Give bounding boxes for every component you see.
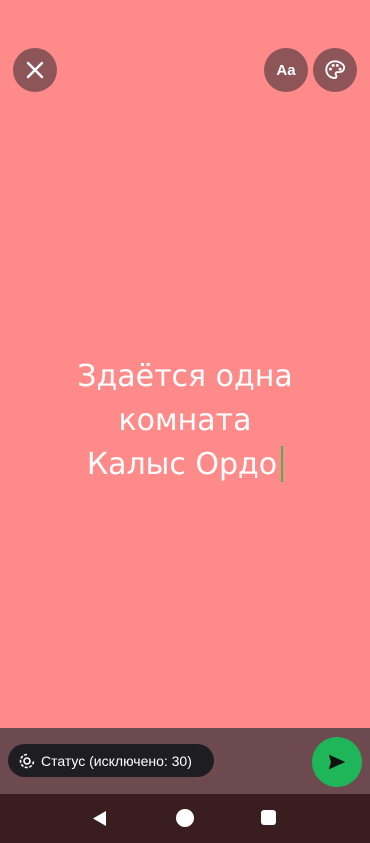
home-circle-icon[interactable] — [176, 809, 194, 827]
send-icon — [328, 754, 346, 770]
back-triangle-icon[interactable] — [91, 810, 107, 827]
close-button[interactable] — [13, 48, 57, 92]
background-color-button[interactable] — [313, 48, 357, 92]
status-text-editor[interactable]: Здаётся одна комната Калыс Ордо — [0, 355, 370, 487]
text-caret — [281, 446, 284, 482]
status-text-line-2: комната — [118, 403, 252, 438]
status-audience-chip[interactable]: Статус (исключено: 30) — [8, 744, 214, 777]
send-button[interactable] — [312, 737, 362, 787]
font-style-button[interactable]: Aa — [264, 48, 308, 92]
status-ring-icon — [19, 753, 35, 769]
status-text-line-3-wrap: Калыс Ордо — [0, 443, 370, 487]
status-text-line-1: Здаётся одна — [77, 359, 293, 394]
recents-square-icon[interactable] — [261, 810, 276, 825]
font-style-label: Aa — [276, 61, 296, 79]
status-audience-label: Статус (исключено: 30) — [41, 752, 192, 769]
status-text-line-3: Калыс Ордо — [86, 447, 278, 482]
close-icon — [26, 61, 44, 79]
palette-icon — [325, 60, 346, 79]
